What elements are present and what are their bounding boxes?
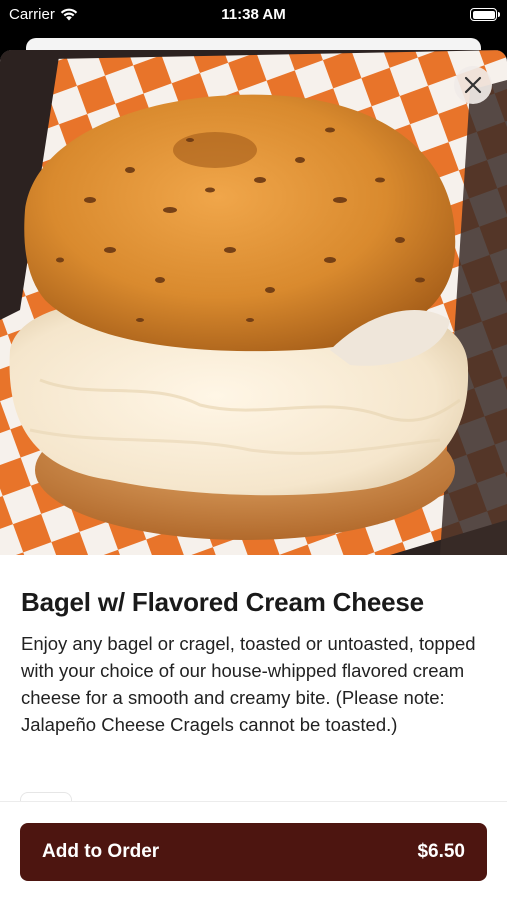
item-details: Bagel w/ Flavored Cream Cheese Enjoy any… xyxy=(21,587,486,738)
status-time: 11:38 AM xyxy=(221,6,286,23)
close-icon xyxy=(464,76,482,94)
battery-icon xyxy=(470,8,500,21)
item-price: $6.50 xyxy=(417,841,465,862)
close-button[interactable] xyxy=(454,66,492,104)
item-description: Enjoy any bagel or cragel, toasted or un… xyxy=(21,633,476,735)
item-title: Bagel w/ Flavored Cream Cheese xyxy=(21,587,424,617)
item-image xyxy=(0,50,507,555)
order-footer: Add to Order $6.50 xyxy=(0,801,507,900)
status-bar: Carrier 11:38 AM xyxy=(0,0,507,30)
item-detail-sheet: Bagel w/ Flavored Cream Cheese Enjoy any… xyxy=(0,50,507,900)
add-to-order-label: Add to Order xyxy=(42,841,160,862)
bagel-sandwich-photo xyxy=(0,50,507,555)
add-to-order-button[interactable]: Add to Order $6.50 xyxy=(20,823,487,881)
